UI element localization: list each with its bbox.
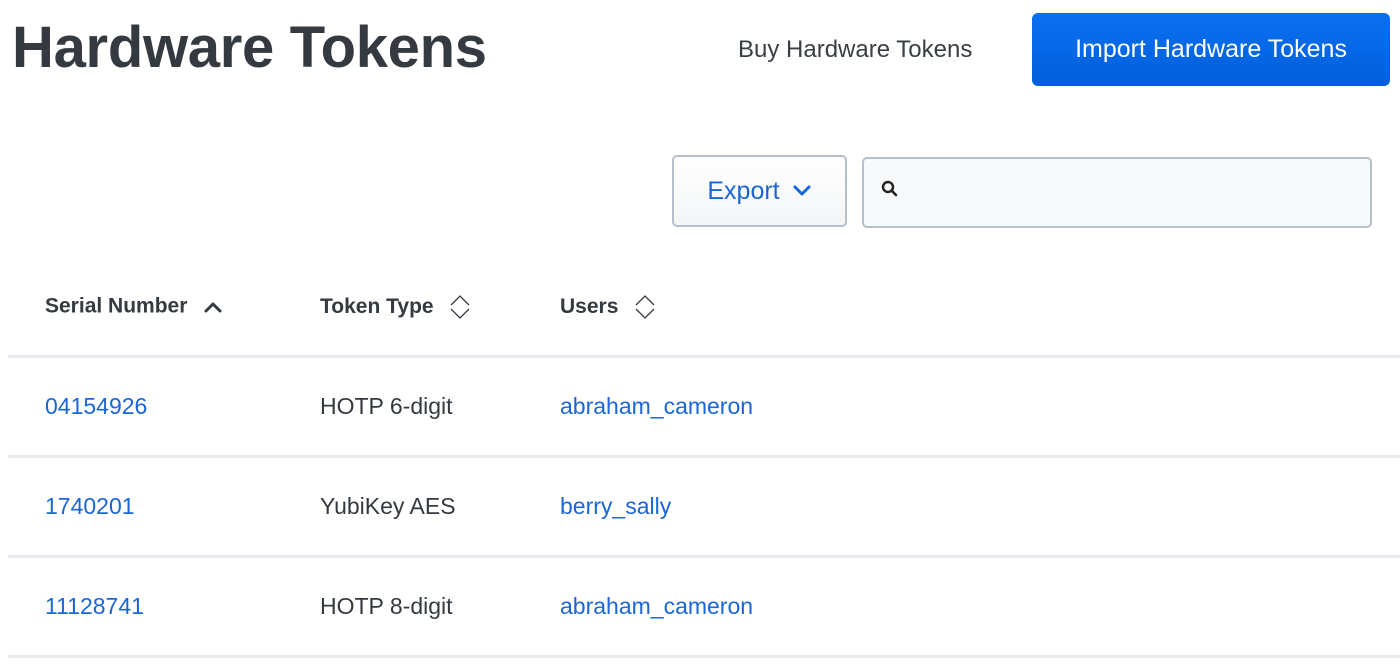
- column-header-token-type[interactable]: Token Type: [320, 258, 560, 358]
- table-row: 11128741 HOTP 8-digit abraham_cameron: [8, 556, 1400, 658]
- column-label: Token Type: [320, 294, 434, 318]
- user-link[interactable]: berry_sally: [560, 493, 671, 519]
- column-header-serial-number[interactable]: Serial Number: [8, 258, 320, 358]
- serial-number-link[interactable]: 1740201: [45, 493, 135, 519]
- table-header-row: Serial Number Token Type Users: [8, 258, 1400, 358]
- search-box[interactable]: [862, 157, 1372, 228]
- user-link[interactable]: abraham_cameron: [560, 593, 753, 619]
- token-type: HOTP 8-digit: [320, 593, 453, 619]
- column-label: Users: [560, 294, 619, 318]
- chevron-up-icon[interactable]: [203, 300, 223, 314]
- page-title: Hardware Tokens: [12, 15, 487, 80]
- export-dropdown-button[interactable]: Export: [672, 155, 847, 227]
- chevron-down-icon: [793, 185, 811, 196]
- table-row: 1740201 YubiKey AES berry_sally: [8, 456, 1400, 558]
- search-icon: [881, 180, 898, 197]
- column-header-users[interactable]: Users: [560, 258, 1400, 358]
- sort-icon[interactable]: [449, 294, 471, 320]
- serial-number-link[interactable]: 04154926: [45, 393, 147, 419]
- buy-hardware-tokens-link[interactable]: Buy Hardware Tokens: [738, 36, 972, 64]
- export-label: Export: [707, 176, 780, 205]
- column-label: Serial Number: [45, 294, 188, 318]
- token-type: HOTP 6-digit: [320, 393, 453, 419]
- token-type: YubiKey AES: [320, 493, 456, 519]
- hardware-tokens-table: Serial Number Token Type Users 04154926 …: [8, 258, 1400, 658]
- user-link[interactable]: abraham_cameron: [560, 393, 753, 419]
- table-row: 04154926 HOTP 6-digit abraham_cameron: [8, 356, 1400, 458]
- sort-icon[interactable]: [634, 294, 656, 320]
- import-hardware-tokens-button[interactable]: Import Hardware Tokens: [1032, 13, 1390, 86]
- serial-number-link[interactable]: 11128741: [45, 593, 144, 619]
- search-input[interactable]: [914, 159, 1358, 228]
